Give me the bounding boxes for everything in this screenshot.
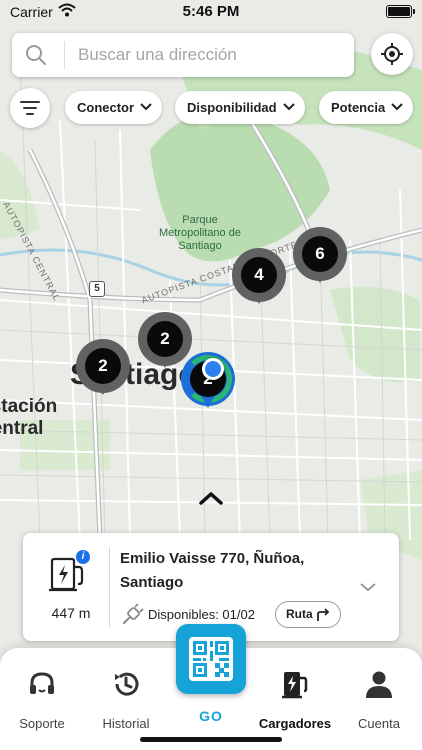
chevron-down-icon[interactable] — [359, 581, 377, 593]
card-divider — [109, 547, 110, 627]
battery-icon — [386, 5, 415, 18]
search-input[interactable] — [78, 41, 338, 69]
tab-label: Soporte — [19, 716, 65, 731]
user-icon — [366, 671, 392, 698]
qr-code-icon — [189, 637, 233, 681]
filter-chip-label: Conector — [77, 100, 135, 115]
filter-button[interactable] — [10, 88, 50, 128]
plug-icon — [123, 603, 144, 624]
cluster-pin[interactable]: 6 — [293, 227, 347, 289]
status-bar: Carrier 5:46 PM — [0, 0, 422, 24]
distance-label: 447 m — [51, 605, 91, 621]
tab-cargadores[interactable]: Cargadores — [253, 662, 337, 732]
search-bar[interactable] — [12, 33, 354, 77]
chevron-down-icon — [140, 103, 152, 111]
tab-cuenta[interactable]: Cuenta — [337, 662, 421, 732]
tab-soporte[interactable]: Soporte — [0, 662, 84, 732]
user-location-dot — [202, 358, 224, 380]
info-icon[interactable]: i — [76, 550, 90, 564]
route-button-label: Ruta — [286, 607, 313, 621]
filter-icon — [20, 101, 40, 115]
filter-chip-potencia[interactable]: Potencia — [319, 91, 414, 124]
availability-text: Disponibles: 01/02 — [148, 607, 255, 622]
chevron-down-icon — [391, 103, 403, 111]
locate-me-button[interactable] — [371, 33, 413, 75]
filter-chip-label: Disponibilidad — [187, 100, 277, 115]
station-label: Estación Central — [0, 396, 58, 439]
search-icon — [24, 43, 48, 72]
tab-label: Historial — [102, 716, 150, 731]
headset-icon — [30, 672, 54, 694]
cluster-pin[interactable]: 4 — [232, 248, 286, 310]
go-qr-button[interactable] — [176, 624, 246, 694]
route-button[interactable]: Ruta — [275, 601, 341, 628]
clock: 5:46 PM — [182, 3, 240, 20]
station-address: Emilio Vaisse 770, Ñuñoa, Santiago — [120, 550, 305, 591]
crosshair-icon — [381, 43, 403, 65]
chevron-up-icon — [199, 492, 223, 505]
home-indicator — [140, 737, 282, 742]
go-label: GO — [199, 708, 223, 724]
history-icon — [115, 672, 139, 696]
tab-label: Cuenta — [358, 716, 400, 731]
chevron-down-icon — [282, 103, 295, 111]
charger-icon — [282, 672, 308, 699]
route-shield: 5 — [89, 281, 105, 297]
filter-chip-conector[interactable]: Conector — [65, 91, 163, 124]
turn-right-icon — [317, 608, 330, 621]
cluster-pin[interactable]: 2 — [76, 339, 130, 401]
expand-panel-button[interactable] — [197, 488, 225, 508]
filter-chip-disponibilidad[interactable]: Disponibilidad — [175, 91, 305, 124]
search-divider — [64, 41, 65, 69]
filter-chip-label: Potencia — [331, 100, 386, 115]
tab-historial[interactable]: Historial — [84, 662, 168, 732]
tab-label: Cargadores — [258, 716, 332, 731]
